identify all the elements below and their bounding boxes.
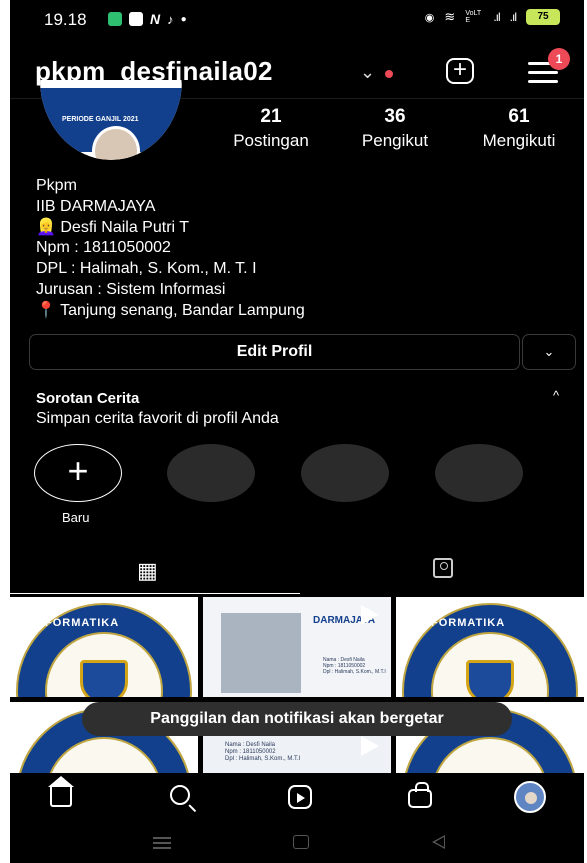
post-thumbnail[interactable]: INFORMATIKA <box>396 597 584 697</box>
shop-icon[interactable] <box>408 782 432 808</box>
post-thumbnail[interactable]: DARMAJAYA Nama : Desfi Naila Npm : 18110… <box>203 597 391 697</box>
stat-followers[interactable]: 36 Pengikut <box>348 106 442 151</box>
status-system-icons: ◉ ≋ VoLTE .ıl .ıl 75 <box>425 9 560 25</box>
bio-line-location: 📍 Tanjung senang, Bandar Lampung <box>36 301 305 319</box>
status-bar: 19.18 N ♪ ● ◉ ≋ VoLTE .ıl .ıl 75 <box>10 0 584 40</box>
campus-emblem: INFORMATIKA <box>16 603 192 697</box>
bio-line-dpl: DPL : Halimah, S. Kom., M. T. I <box>36 260 257 278</box>
wifi-icon: ≋ <box>444 9 456 24</box>
new-highlight-label: Baru <box>62 510 90 525</box>
post-caption-text: Nama : Desfi Naila Npm : 1811050002 Dpl … <box>323 657 386 675</box>
highlight-placeholder <box>435 444 523 502</box>
battery-icon: 75 <box>526 9 560 25</box>
unread-dot <box>385 70 393 78</box>
system-navigation-bar <box>10 821 584 863</box>
signal-icon-2: .ıl <box>509 10 517 24</box>
highlight-placeholder <box>301 444 389 502</box>
highlights-subtitle: Simpan cerita favorit di profil Anda <box>36 410 279 427</box>
bio-line-name: Pkpm <box>36 177 77 194</box>
back-icon[interactable] <box>432 835 445 849</box>
photos-notification-icon <box>129 12 143 26</box>
bio-line-npm: Npm : 1811050002 <box>36 239 171 257</box>
post-caption-text: Nama : Desfi Naila Npm : 1811050002 Dpl … <box>225 742 301 762</box>
edit-profile-button[interactable]: Edit Profil <box>29 334 520 370</box>
stat-value: 36 <box>384 106 406 127</box>
tagged-tab-icon[interactable] <box>433 558 453 578</box>
recent-apps-icon[interactable] <box>153 837 171 852</box>
stat-posts[interactable]: 21 Postingan <box>229 106 313 151</box>
reels-icon[interactable] <box>288 785 312 809</box>
active-tab-indicator <box>10 593 300 594</box>
notification-badge: 1 <box>548 48 570 70</box>
status-time: 19.18 <box>44 10 87 29</box>
stat-following[interactable]: 61 Mengikuti <box>464 106 574 151</box>
home-icon[interactable] <box>48 776 74 807</box>
volte-icon: VoLTE <box>465 10 482 24</box>
tiktok-notification-icon: ♪ <box>167 11 174 27</box>
create-post-button[interactable]: + <box>446 58 474 84</box>
chevron-down-icon[interactable]: ⌄ <box>360 62 375 83</box>
instagram-profile-screen: 19.18 N ♪ ● ◉ ≋ VoLTE .ıl .ıl 75 pkpm_de… <box>10 0 584 863</box>
avatar-caption: PERIODE GANJIL 2021 <box>62 116 139 123</box>
profile-avatar[interactable]: PERIODE GANJIL 2021 <box>40 80 182 160</box>
bottom-navigation <box>10 773 584 821</box>
stat-label: Mengikuti <box>482 131 556 150</box>
signal-icon: .ıl <box>493 10 500 24</box>
gallery-notification-icon <box>108 12 122 26</box>
bio-line-full-name: 👱‍♀️ Desfi Naila Putri T <box>36 218 189 236</box>
status-notification-icons: N ♪ ● <box>108 11 187 27</box>
stat-value: 61 <box>508 106 530 127</box>
search-icon[interactable] <box>170 785 190 805</box>
post-thumbnail[interactable]: INFORMATIKA <box>10 597 198 697</box>
stat-value: 21 <box>260 106 282 127</box>
vibrate-toast: Panggilan dan notifikasi akan bergetar <box>82 702 512 736</box>
bio-line-institution: IIB DARMAJAYA <box>36 197 156 215</box>
netflix-notification-icon: N <box>150 11 161 27</box>
chevron-down-icon: ⌄ <box>543 344 555 359</box>
stat-label: Postingan <box>233 131 309 150</box>
location-icon: ◉ <box>424 11 435 24</box>
highlight-placeholder <box>167 444 255 502</box>
location-notification-icon: ● <box>180 13 187 25</box>
reel-play-icon <box>361 605 379 625</box>
suggested-accounts-dropdown[interactable]: ⌄ <box>522 334 576 370</box>
stat-label: Pengikut <box>361 131 429 150</box>
bio-line-major: Jurusan : Sistem Informasi <box>36 280 226 298</box>
post-grid: INFORMATIKA DARMAJAYA Nama : Desfi Naila… <box>10 597 584 773</box>
profile-avatar-icon[interactable] <box>514 781 546 813</box>
reel-play-icon <box>361 736 379 756</box>
post-photo <box>221 613 301 693</box>
collapse-highlights-icon[interactable]: ^ <box>553 388 559 403</box>
profile-bio: Pkpm IIB DARMAJAYA 👱‍♀️ Desfi Naila Putr… <box>36 176 305 322</box>
highlights-title: Sorotan Cerita <box>36 390 140 407</box>
grid-tab-icon[interactable]: ▦ <box>137 558 158 584</box>
campus-emblem: INFORMATIKA <box>402 603 578 697</box>
new-highlight-button[interactable]: + <box>34 444 122 502</box>
home-button-icon[interactable] <box>293 835 309 849</box>
